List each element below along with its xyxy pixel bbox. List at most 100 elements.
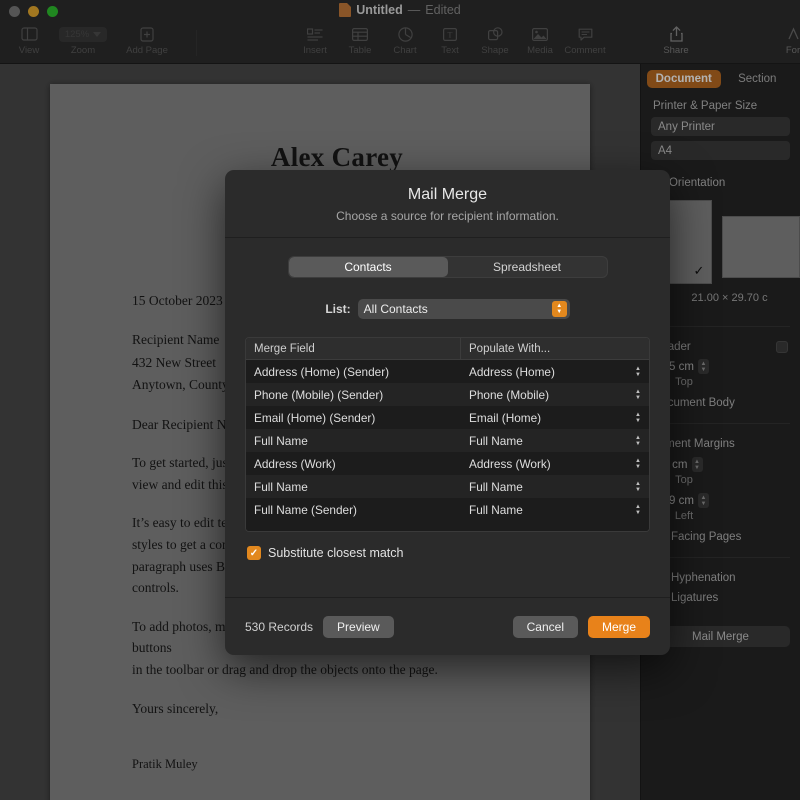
ligatures-label: Ligatures bbox=[671, 592, 719, 604]
substitute-label: Substitute closest match bbox=[268, 546, 404, 560]
cell-populate-with[interactable]: Address (Home) ▲ ▼ bbox=[461, 360, 649, 383]
sidebar-tabs: Document Section bbox=[641, 64, 800, 88]
dialog-subtitle: Choose a source for recipient informatio… bbox=[336, 209, 559, 223]
column-header-merge-field: Merge Field bbox=[246, 338, 461, 359]
toolbar-text-label: Text bbox=[441, 45, 459, 56]
tab-document[interactable]: Document bbox=[647, 70, 721, 88]
stepper-arrows-icon[interactable]: ▲ ▼ bbox=[697, 359, 709, 374]
toolbar-zoom-control[interactable]: 125% Zoom bbox=[56, 24, 110, 56]
cell-merge-field: Phone (Mobile) (Sender) bbox=[254, 387, 384, 402]
cell-merge-field: Full Name bbox=[254, 433, 308, 448]
cell-populate-with[interactable]: Full Name ▲ ▼ bbox=[461, 429, 649, 452]
add-page-icon bbox=[140, 24, 154, 44]
cell-populate-with[interactable]: Email (Home) ▲ ▼ bbox=[461, 406, 649, 429]
cell-populate-value: Address (Home) bbox=[469, 364, 555, 379]
table-row[interactable]: Email (Home) (Sender) Email (Home) ▲ ▼ bbox=[246, 406, 649, 429]
sidebar-icon bbox=[20, 24, 38, 44]
list-dropdown-value: All Contacts bbox=[363, 302, 428, 316]
sidebar-divider-3 bbox=[651, 557, 790, 558]
table-row[interactable]: Full Name (Sender) Full Name ▲ ▼ bbox=[246, 498, 649, 521]
zoom-value-box[interactable]: 125% bbox=[58, 24, 108, 44]
letterhead: Alex Carey bbox=[270, 142, 404, 172]
cell-merge-field: Email (Home) (Sender) bbox=[254, 410, 376, 425]
segment-spreadsheet[interactable]: Spreadsheet bbox=[448, 257, 607, 277]
printer-paper-size-title: Printer & Paper Size bbox=[653, 100, 758, 112]
mail-merge-dialog: Mail Merge Choose a source for recipient… bbox=[225, 170, 670, 655]
check-icon: ✓ bbox=[693, 263, 705, 278]
toolbar-table-label: Table bbox=[348, 45, 372, 56]
toolbar-chart-label: Chart bbox=[393, 45, 417, 56]
sidebar-divider-2 bbox=[651, 423, 790, 424]
cell-populate-value: Full Name bbox=[469, 502, 523, 517]
toolbar-media-label: Media bbox=[527, 45, 553, 56]
facing-pages-label: Facing Pages bbox=[671, 531, 742, 543]
orientation-landscape[interactable] bbox=[722, 216, 800, 278]
toolbar-shape-label: Shape bbox=[481, 45, 509, 56]
stepper-arrows-icon[interactable]: ▲ ▼ bbox=[691, 457, 703, 472]
sidebar-divider-1 bbox=[651, 326, 790, 327]
table-row[interactable]: Phone (Mobile) (Sender) Phone (Mobile) ▲… bbox=[246, 383, 649, 406]
list-label: List: bbox=[325, 302, 351, 316]
table-icon bbox=[352, 24, 368, 44]
chevron-updown-icon[interactable]: ▲ ▼ bbox=[635, 389, 641, 401]
cell-populate-value: Phone (Mobile) bbox=[469, 387, 549, 402]
dialog-body: Contacts Spreadsheet List: All Contacts … bbox=[225, 238, 670, 560]
chevron-updown-icon[interactable]: ▲ ▼ bbox=[635, 412, 641, 424]
chevron-updown-icon[interactable]: ▲ ▼ bbox=[551, 301, 567, 317]
cell-populate-with[interactable]: Phone (Mobile) ▲ ▼ bbox=[461, 383, 649, 406]
substitute-closest-match-row[interactable]: ✓ Substitute closest match bbox=[245, 546, 650, 560]
tab-section[interactable]: Section bbox=[721, 70, 795, 88]
window-title: Untitled — Edited bbox=[0, 3, 800, 17]
cell-populate-value: Email (Home) bbox=[469, 410, 542, 425]
insert-icon bbox=[307, 24, 323, 44]
cell-populate-value: Full Name bbox=[469, 433, 523, 448]
cell-populate-value: Full Name bbox=[469, 479, 523, 494]
substitute-checkbox[interactable]: ✓ bbox=[247, 546, 261, 560]
printer-select[interactable]: Any Printer bbox=[651, 117, 790, 136]
table-empty-space bbox=[246, 521, 649, 531]
table-row[interactable]: Address (Work) Address (Work) ▲ ▼ bbox=[246, 452, 649, 475]
cancel-button[interactable]: Cancel bbox=[512, 615, 578, 638]
table-row[interactable]: Address (Home) (Sender) Address (Home) ▲… bbox=[246, 360, 649, 383]
document-edited-state: Edited bbox=[425, 3, 461, 17]
preview-button[interactable]: Preview bbox=[323, 615, 394, 638]
toolbar-comment-label: Comment bbox=[564, 45, 606, 56]
shape-icon bbox=[487, 24, 503, 44]
cell-populate-with[interactable]: Full Name ▲ ▼ bbox=[461, 475, 649, 498]
stepper-arrows-icon[interactable]: ▲ ▼ bbox=[697, 493, 709, 508]
chevron-updown-icon[interactable]: ▲ ▼ bbox=[635, 458, 641, 470]
segment-contacts[interactable]: Contacts bbox=[288, 257, 448, 277]
table-header-row: Merge Field Populate With... bbox=[246, 338, 649, 360]
chevron-updown-icon[interactable]: ▲ ▼ bbox=[635, 481, 641, 493]
toolbar-format-button[interactable]: For bbox=[766, 24, 800, 56]
toolbar-share-label: Share bbox=[663, 45, 689, 56]
chevron-updown-icon[interactable]: ▲ ▼ bbox=[635, 504, 641, 516]
list-dropdown[interactable]: All Contacts ▲ ▼ bbox=[357, 299, 570, 319]
toolbar-add-page-label: Add Page bbox=[126, 45, 168, 56]
table-row[interactable]: Full Name Full Name ▲ ▼ bbox=[246, 475, 649, 498]
dialog-footer: 530 Records Preview Cancel Merge bbox=[225, 597, 670, 655]
chevron-updown-icon[interactable]: ▲ ▼ bbox=[635, 366, 641, 378]
header-checkbox[interactable] bbox=[776, 341, 788, 353]
cell-merge-field: Full Name bbox=[254, 479, 308, 494]
table-row[interactable]: Full Name Full Name ▲ ▼ bbox=[246, 429, 649, 452]
toolbar-view-button[interactable]: View bbox=[2, 24, 56, 56]
para3-line2: in the toolbar or drag and drop the obje… bbox=[132, 661, 438, 677]
comment-icon bbox=[578, 24, 593, 44]
merge-button[interactable]: Merge bbox=[587, 615, 650, 638]
toolbar-add-page-button[interactable]: Add Page bbox=[120, 24, 174, 56]
toolbar-comment-button[interactable]: Comment bbox=[558, 24, 612, 56]
toolbar-insert-label: Insert bbox=[303, 45, 327, 56]
paper-size-select[interactable]: A4 bbox=[651, 141, 790, 160]
cell-populate-with[interactable]: Address (Work) ▲ ▼ bbox=[461, 452, 649, 475]
cell-populate-with[interactable]: Full Name ▲ ▼ bbox=[461, 498, 649, 521]
document-icon bbox=[339, 3, 352, 17]
chevron-updown-icon[interactable]: ▲ ▼ bbox=[635, 435, 641, 447]
mail-merge-button[interactable]: Mail Merge bbox=[651, 626, 790, 647]
zoom-value: 125% bbox=[64, 28, 90, 40]
records-count: 530 Records bbox=[245, 619, 314, 634]
title-bar: Untitled — Edited bbox=[0, 0, 800, 22]
text-icon: T bbox=[443, 24, 457, 44]
toolbar-share-button[interactable]: Share bbox=[649, 24, 703, 56]
hyphenation-label: Hyphenation bbox=[671, 572, 736, 584]
